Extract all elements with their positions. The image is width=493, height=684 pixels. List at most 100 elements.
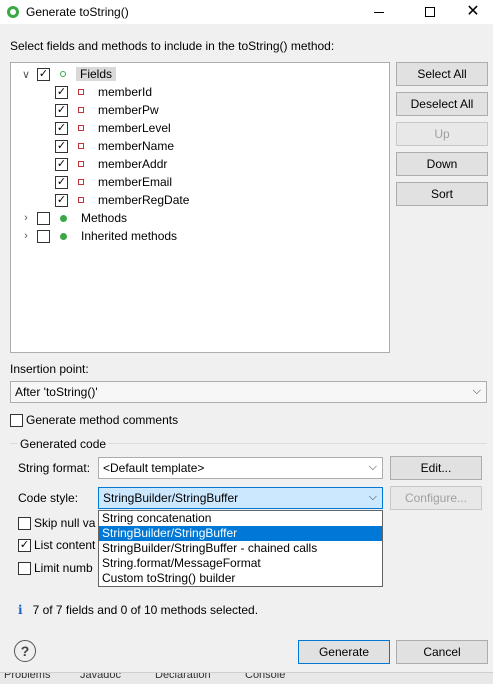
- dropdown-option[interactable]: Custom toString() builder: [99, 571, 382, 586]
- title-bar: Generate toString() ✕: [0, 0, 493, 24]
- window-title: Generate toString(): [26, 5, 129, 19]
- tree-node-fields[interactable]: ∨ ✓ Fields: [21, 65, 117, 83]
- info-icon: i: [18, 603, 23, 617]
- tree-item-field[interactable]: ✓ memberAddr: [55, 155, 167, 173]
- field-icon: [78, 107, 84, 113]
- list-contents-label: List content: [34, 538, 96, 552]
- help-icon[interactable]: ?: [14, 640, 36, 662]
- field-icon: [78, 179, 84, 185]
- dropdown-option-selected[interactable]: StringBuilder/StringBuffer: [99, 526, 382, 541]
- down-button[interactable]: Down: [396, 152, 488, 176]
- minimize-icon[interactable]: [356, 0, 402, 24]
- fields-label: Fields: [76, 67, 117, 81]
- method-icon: [60, 214, 67, 222]
- field-label: memberId: [98, 85, 153, 99]
- field-checkbox[interactable]: ✓: [55, 85, 68, 99]
- close-icon[interactable]: ✕: [450, 0, 493, 24]
- tree-item-field[interactable]: ✓ memberEmail: [55, 173, 172, 191]
- tree-item-field[interactable]: ✓ memberRegDate: [55, 191, 189, 209]
- list-contents-checkbox[interactable]: ✓: [18, 538, 31, 552]
- dropdown-option[interactable]: StringBuilder/StringBuffer - chained cal…: [99, 541, 382, 556]
- generated-code-label: Generated code: [18, 437, 109, 451]
- up-button[interactable]: Up: [396, 122, 488, 146]
- expand-icon[interactable]: ›: [21, 212, 31, 224]
- tree-node-methods[interactable]: › Methods: [21, 209, 127, 227]
- list-contents-option[interactable]: ✓ List content: [18, 538, 95, 552]
- generate-comments-checkbox[interactable]: [10, 413, 23, 427]
- chevron-down-icon: ⌵: [368, 461, 377, 473]
- skip-null-label: Skip null va: [34, 516, 96, 530]
- code-style-value: StringBuilder/StringBuffer: [103, 491, 239, 505]
- string-format-value: <Default template>: [103, 461, 205, 475]
- field-label: memberLevel: [98, 121, 171, 135]
- dropdown-option[interactable]: String.format/MessageFormat: [99, 556, 382, 571]
- string-format-select[interactable]: <Default template> ⌵: [98, 457, 383, 479]
- skip-null-checkbox[interactable]: [18, 516, 31, 530]
- inherited-label: Inherited methods: [81, 229, 178, 243]
- chevron-down-icon: ⌵: [472, 385, 481, 397]
- insertion-point-label: Insertion point:: [10, 362, 89, 376]
- fields-group-icon: [60, 71, 66, 77]
- field-checkbox[interactable]: ✓: [55, 139, 68, 153]
- tree-item-field[interactable]: ✓ memberLevel: [55, 119, 171, 137]
- field-label: memberPw: [98, 103, 159, 117]
- fields-checkbox[interactable]: ✓: [37, 67, 50, 81]
- field-checkbox[interactable]: ✓: [55, 121, 68, 135]
- field-checkbox[interactable]: ✓: [55, 103, 68, 117]
- tree-node-inherited[interactable]: › Inherited methods: [21, 227, 177, 245]
- field-icon: [78, 89, 84, 95]
- sort-button[interactable]: Sort: [396, 182, 488, 206]
- cancel-button[interactable]: Cancel: [396, 640, 488, 664]
- status-line: i 7 of 7 fields and 0 of 10 methods sele…: [18, 603, 258, 617]
- field-icon: [78, 161, 84, 167]
- field-checkbox[interactable]: ✓: [55, 193, 68, 207]
- method-icon: [60, 232, 67, 240]
- background-tab: Problems: [4, 672, 51, 681]
- background-ide-tabs: Problems Javadoc Declaration Console: [0, 672, 493, 684]
- string-format-label: String format:: [18, 461, 91, 475]
- deselect-all-button[interactable]: Deselect All: [396, 92, 488, 116]
- insertion-point-value: After 'toString()': [15, 385, 98, 399]
- background-tab: Javadoc: [80, 672, 121, 681]
- field-icon: [78, 143, 84, 149]
- inherited-checkbox[interactable]: [37, 229, 50, 243]
- tree-item-field[interactable]: ✓ memberId: [55, 83, 152, 101]
- field-label: memberAddr: [98, 157, 168, 171]
- methods-checkbox[interactable]: [37, 211, 50, 225]
- field-label: memberName: [98, 139, 175, 153]
- field-checkbox[interactable]: ✓: [55, 175, 68, 189]
- instructions-label: Select fields and methods to include in …: [10, 39, 335, 53]
- members-tree[interactable]: ∨ ✓ Fields ✓ memberId ✓ memberPw ✓ membe…: [10, 62, 390, 353]
- field-label: memberEmail: [98, 175, 173, 189]
- dropdown-option[interactable]: String concatenation: [99, 511, 382, 526]
- insertion-point-select[interactable]: After 'toString()' ⌵: [10, 381, 487, 403]
- field-icon: [78, 197, 84, 203]
- configure-button[interactable]: Configure...: [390, 486, 482, 510]
- code-style-select[interactable]: StringBuilder/StringBuffer ⌵: [98, 487, 383, 509]
- status-text: 7 of 7 fields and 0 of 10 methods select…: [32, 603, 259, 617]
- skip-null-option[interactable]: Skip null va: [18, 516, 95, 530]
- expand-icon[interactable]: ›: [21, 230, 31, 242]
- limit-number-checkbox[interactable]: [18, 561, 31, 575]
- code-style-label: Code style:: [18, 491, 79, 505]
- collapse-icon[interactable]: ∨: [21, 68, 31, 81]
- limit-number-option[interactable]: Limit numb: [18, 561, 93, 575]
- chevron-down-icon: ⌵: [368, 491, 377, 503]
- generate-comments-label: Generate method comments: [26, 413, 179, 427]
- field-checkbox[interactable]: ✓: [55, 157, 68, 171]
- field-icon: [78, 125, 84, 131]
- generate-button[interactable]: Generate: [298, 640, 390, 664]
- background-tab: Declaration: [155, 672, 211, 681]
- field-label: memberRegDate: [98, 193, 190, 207]
- maximize-icon[interactable]: [407, 0, 453, 24]
- code-style-dropdown[interactable]: String concatenation StringBuilder/Strin…: [98, 510, 383, 587]
- generate-comments-option[interactable]: Generate method comments: [10, 413, 178, 427]
- tree-item-field[interactable]: ✓ memberName: [55, 137, 174, 155]
- background-tab: Console: [245, 672, 286, 681]
- edit-button[interactable]: Edit...: [390, 456, 482, 480]
- select-all-button[interactable]: Select All: [396, 62, 488, 86]
- eclipse-app-icon: [7, 6, 19, 18]
- tree-item-field[interactable]: ✓ memberPw: [55, 101, 159, 119]
- methods-label: Methods: [81, 211, 128, 225]
- limit-number-label: Limit numb: [34, 561, 93, 575]
